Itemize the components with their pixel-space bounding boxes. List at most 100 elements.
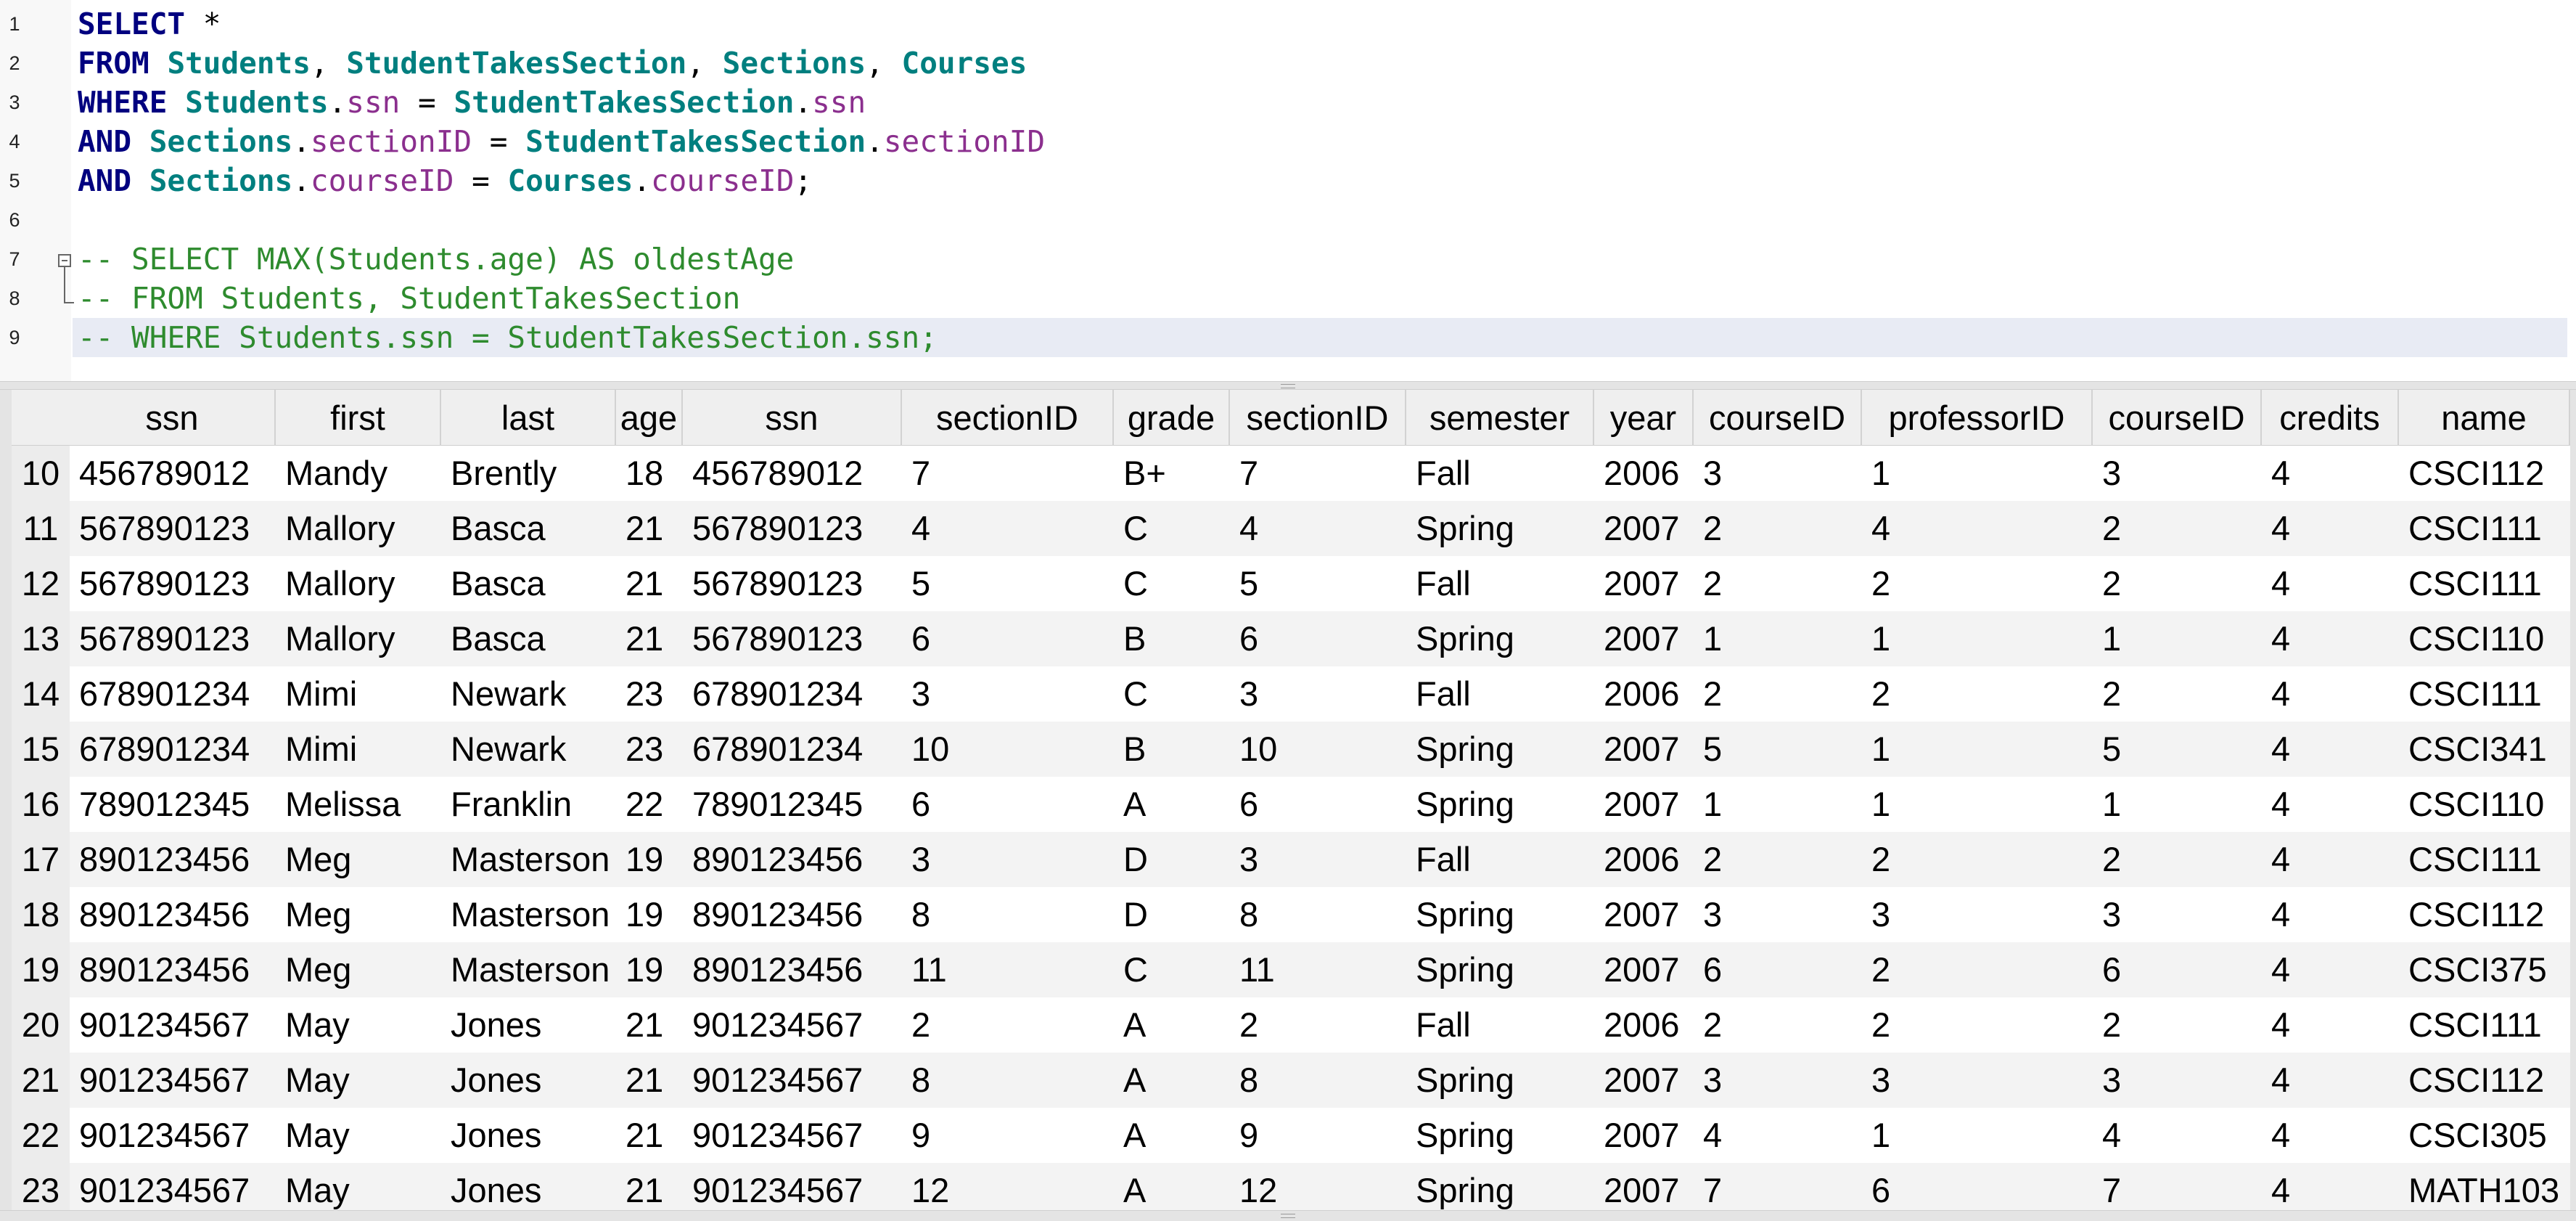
pane-splitter[interactable] <box>0 381 2576 390</box>
table-cell[interactable]: 4 <box>2262 666 2399 722</box>
table-row[interactable]: 11 567890123 Mallory Basca 21 567890123 4 C 4 Spr… <box>12 501 2570 556</box>
table-cell[interactable]: D <box>1114 832 1230 887</box>
table-cell[interactable]: CSCI375 <box>2399 942 2570 997</box>
table-cell[interactable]: Fall <box>1406 556 1594 611</box>
table-cell[interactable]: 12 <box>902 1163 1114 1210</box>
table-cell[interactable]: 2007 <box>1594 1108 1694 1163</box>
table-cell[interactable]: B <box>1114 722 1230 777</box>
table-cell[interactable]: B+ <box>1114 446 1230 501</box>
table-cell[interactable]: Basca <box>441 501 616 556</box>
table-cell[interactable]: D <box>1114 887 1230 942</box>
table-cell[interactable]: 5 <box>1230 556 1406 611</box>
table-cell[interactable]: 1 <box>2093 777 2262 832</box>
table-cell[interactable]: 21 <box>616 1163 683 1210</box>
table-cell[interactable]: Masterson <box>441 832 616 887</box>
row-number[interactable]: 23 <box>12 1163 70 1210</box>
table-cell[interactable]: 3 <box>1694 887 1862 942</box>
table-cell[interactable]: 21 <box>616 556 683 611</box>
row-number[interactable]: 11 <box>12 501 70 556</box>
table-cell[interactable]: CSCI112 <box>2399 1053 2570 1108</box>
table-row[interactable]: 22 901234567 May Jones 21 901234567 9 A 9 Spring 2… <box>12 1108 2570 1163</box>
table-cell[interactable]: 7 <box>2093 1163 2262 1210</box>
table-cell[interactable]: 901234567 <box>70 1108 276 1163</box>
table-cell[interactable]: 4 <box>2262 777 2399 832</box>
table-cell[interactable]: 12 <box>1230 1163 1406 1210</box>
table-cell[interactable]: Basca <box>441 611 616 666</box>
table-cell[interactable]: 9 <box>902 1108 1114 1163</box>
table-cell[interactable]: CSCI112 <box>2399 887 2570 942</box>
table-cell[interactable]: 6 <box>1694 942 1862 997</box>
table-cell[interactable]: 5 <box>902 556 1114 611</box>
row-number[interactable]: 13 <box>12 611 70 666</box>
table-cell[interactable]: 8 <box>1230 887 1406 942</box>
table-cell[interactable]: 2006 <box>1594 832 1694 887</box>
table-cell[interactable]: 2 <box>2093 556 2262 611</box>
table-row[interactable]: 21 901234567 May Jones 21 901234567 8 A 8 Spring 2… <box>12 1053 2570 1108</box>
table-cell[interactable]: 7 <box>1230 446 1406 501</box>
table-cell[interactable]: 10 <box>1230 722 1406 777</box>
table-cell[interactable]: Brently <box>441 446 616 501</box>
table-cell[interactable]: 1 <box>1694 611 1862 666</box>
table-cell[interactable]: 6 <box>2093 942 2262 997</box>
table-cell[interactable]: 2 <box>1862 942 2093 997</box>
table-cell[interactable]: 3 <box>1230 832 1406 887</box>
table-cell[interactable]: Jones <box>441 997 616 1053</box>
table-cell[interactable]: 2007 <box>1594 777 1694 832</box>
table-cell[interactable]: 4 <box>1694 1108 1862 1163</box>
code-line[interactable]: 7 -- SELECT MAX(Students.age) AS oldestAg… <box>0 240 2576 279</box>
table-cell[interactable]: Spring <box>1406 777 1594 832</box>
table-cell[interactable]: Franklin <box>441 777 616 832</box>
table-cell[interactable]: 901234567 <box>683 1163 902 1210</box>
table-cell[interactable]: C <box>1114 666 1230 722</box>
table-cell[interactable]: 2007 <box>1594 1163 1694 1210</box>
table-cell[interactable]: 21 <box>616 997 683 1053</box>
table-cell[interactable]: Jones <box>441 1163 616 1210</box>
column-header[interactable]: age <box>616 390 683 446</box>
column-header[interactable]: semester <box>1406 390 1594 446</box>
table-cell[interactable]: Spring <box>1406 887 1594 942</box>
table-cell[interactable]: 890123456 <box>683 832 902 887</box>
table-cell[interactable]: 6 <box>1862 1163 2093 1210</box>
column-header[interactable]: sectionID <box>902 390 1114 446</box>
column-header[interactable]: ssn <box>683 390 902 446</box>
table-cell[interactable]: 789012345 <box>683 777 902 832</box>
table-cell[interactable]: Spring <box>1406 942 1594 997</box>
table-cell[interactable]: 2007 <box>1594 887 1694 942</box>
table-cell[interactable]: 2 <box>2093 997 2262 1053</box>
table-cell[interactable]: CSCI111 <box>2399 556 2570 611</box>
column-header[interactable]: last <box>441 390 616 446</box>
column-header[interactable]: sectionID <box>1230 390 1406 446</box>
table-cell[interactable]: Spring <box>1406 1108 1594 1163</box>
table-cell[interactable]: 789012345 <box>70 777 276 832</box>
table-cell[interactable]: 2006 <box>1594 666 1694 722</box>
table-cell[interactable]: 21 <box>616 1108 683 1163</box>
table-cell[interactable]: 901234567 <box>70 997 276 1053</box>
code-line[interactable]: 2 FROM Students, StudentTakesSection, Sec… <box>0 44 2576 83</box>
table-cell[interactable]: 2 <box>1694 997 1862 1053</box>
table-cell[interactable]: CSCI111 <box>2399 832 2570 887</box>
table-cell[interactable]: 23 <box>616 666 683 722</box>
table-cell[interactable]: 4 <box>2262 887 2399 942</box>
column-header[interactable]: professorID <box>1862 390 2093 446</box>
table-cell[interactable]: Meg <box>276 942 441 997</box>
table-cell[interactable]: Spring <box>1406 1053 1594 1108</box>
table-cell[interactable]: 1 <box>1694 777 1862 832</box>
table-cell[interactable]: 456789012 <box>683 446 902 501</box>
table-cell[interactable]: 1 <box>1862 1108 2093 1163</box>
bottom-splitter-grip-icon[interactable] <box>1281 1214 1295 1218</box>
code-line[interactable]: 9 -- WHERE Students.ssn = StudentTakesSec… <box>9 318 2567 357</box>
table-cell[interactable]: Masterson <box>441 887 616 942</box>
table-cell[interactable]: 2 <box>902 997 1114 1053</box>
table-cell[interactable]: May <box>276 1108 441 1163</box>
table-cell[interactable]: Mimi <box>276 722 441 777</box>
code-line[interactable]: 3 WHERE Students.ssn = StudentTakesSectio… <box>0 83 2576 122</box>
row-number[interactable]: 17 <box>12 832 70 887</box>
table-cell[interactable]: 678901234 <box>70 666 276 722</box>
table-cell[interactable]: 4 <box>1862 501 2093 556</box>
table-cell[interactable]: 2 <box>1862 556 2093 611</box>
code-line[interactable]: 8 -- FROM Students, StudentTakesSection <box>0 279 2576 318</box>
table-cell[interactable]: 3 <box>1862 887 2093 942</box>
table-cell[interactable]: 5 <box>1694 722 1862 777</box>
table-cell[interactable]: 4 <box>2262 832 2399 887</box>
table-cell[interactable]: 4 <box>2262 1163 2399 1210</box>
